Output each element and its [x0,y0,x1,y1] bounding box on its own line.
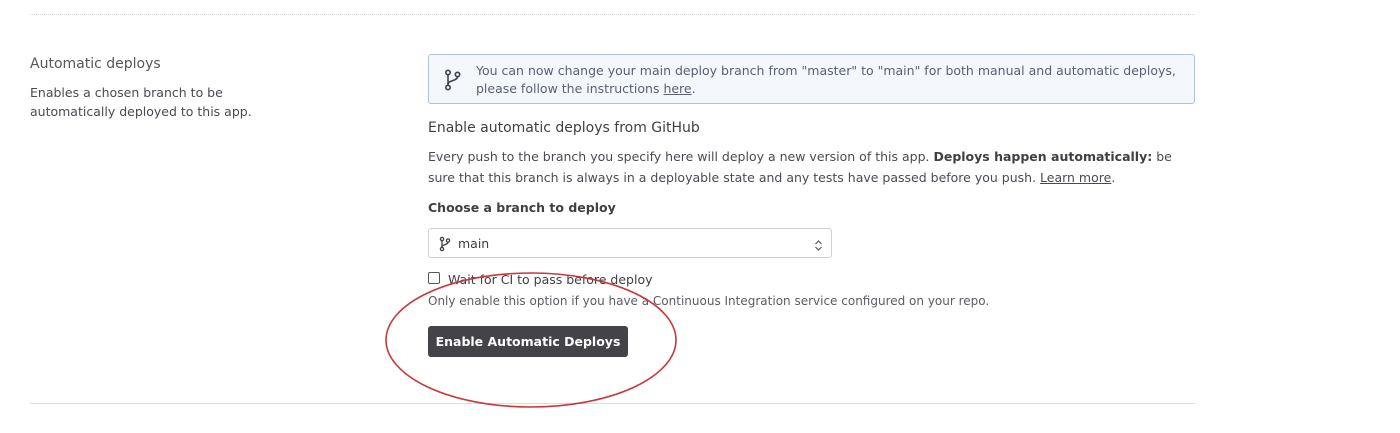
automatic-deploys-page: Automatic deploys Enables a chosen branc… [0,0,1400,433]
section-content: You can now change your main deploy bran… [428,54,1195,357]
branch-select[interactable]: main [428,228,832,258]
help-text-end: . [1111,170,1116,185]
section-description: Enables a chosen branch to be automatica… [30,85,252,119]
instructions-link[interactable]: here [663,81,691,96]
git-branch-icon [439,236,451,252]
notice-text: You can now change your main deploy bran… [476,63,1176,96]
enable-automatic-deploys-button[interactable]: Enable Automatic Deploys [428,326,628,357]
branch-rename-notice: You can now change your main deploy bran… [428,54,1195,104]
branch-select-label: Choose a branch to deploy [428,200,616,215]
section-divider-top [30,14,1195,15]
section-divider-bottom [30,403,1195,404]
wait-for-ci-label[interactable]: Wait for CI to pass before deploy [448,271,653,289]
notice-text-end: . [691,81,696,96]
wait-for-ci-checkbox[interactable] [428,272,440,284]
ci-option-row: Wait for CI to pass before deploy [428,270,1195,288]
ci-option-help: Only enable this option if you have a Co… [428,294,990,308]
section-title: Automatic deploys [30,56,161,72]
git-branch-icon [443,68,463,92]
learn-more-link[interactable]: Learn more [1040,170,1111,185]
help-text-prefix: Every push to the branch you specify her… [428,149,934,164]
help-text-bold: Deploys happen automatically: [933,149,1153,164]
branch-select-value: main [458,236,490,251]
notice-message: You can now change your main deploy bran… [476,62,1180,98]
github-deploy-heading: Enable automatic deploys from GitHub [428,120,700,136]
chevron-up-down-icon [814,237,823,251]
section-info: Automatic deploys Enables a chosen branc… [30,54,330,121]
github-deploy-help: Every push to the branch you specify her… [428,146,1195,188]
